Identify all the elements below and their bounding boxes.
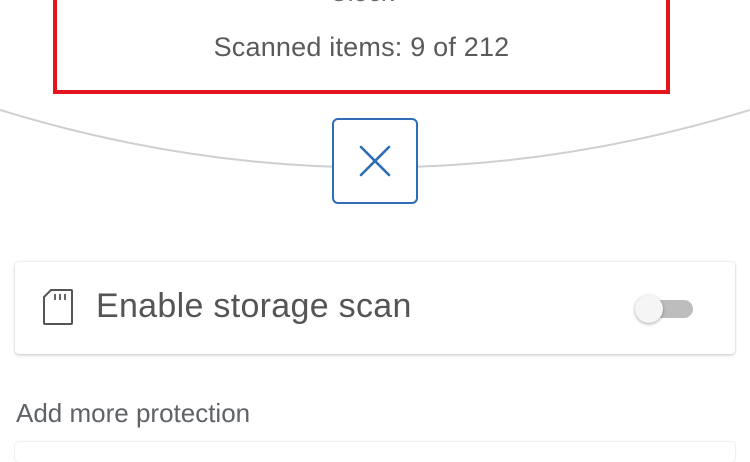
close-icon: [359, 145, 391, 177]
toggle-thumb: [635, 295, 663, 323]
scanning-app-name: Clock: [57, 0, 666, 8]
highlight-annotation-box: Clock Scanned items: 9 of 212: [53, 0, 670, 94]
storage-scan-label: Enable storage scan: [96, 287, 412, 325]
storage-scan-card[interactable]: Enable storage scan: [15, 262, 735, 354]
protection-option-card[interactable]: [15, 442, 735, 462]
sd-card-icon: [43, 289, 73, 325]
scan-progress-text: Scanned items: 9 of 212: [213, 32, 510, 62]
add-protection-heading: Add more protection: [16, 398, 251, 428]
cancel-scan-button[interactable]: [332, 118, 418, 204]
storage-scan-toggle[interactable]: [635, 295, 693, 323]
